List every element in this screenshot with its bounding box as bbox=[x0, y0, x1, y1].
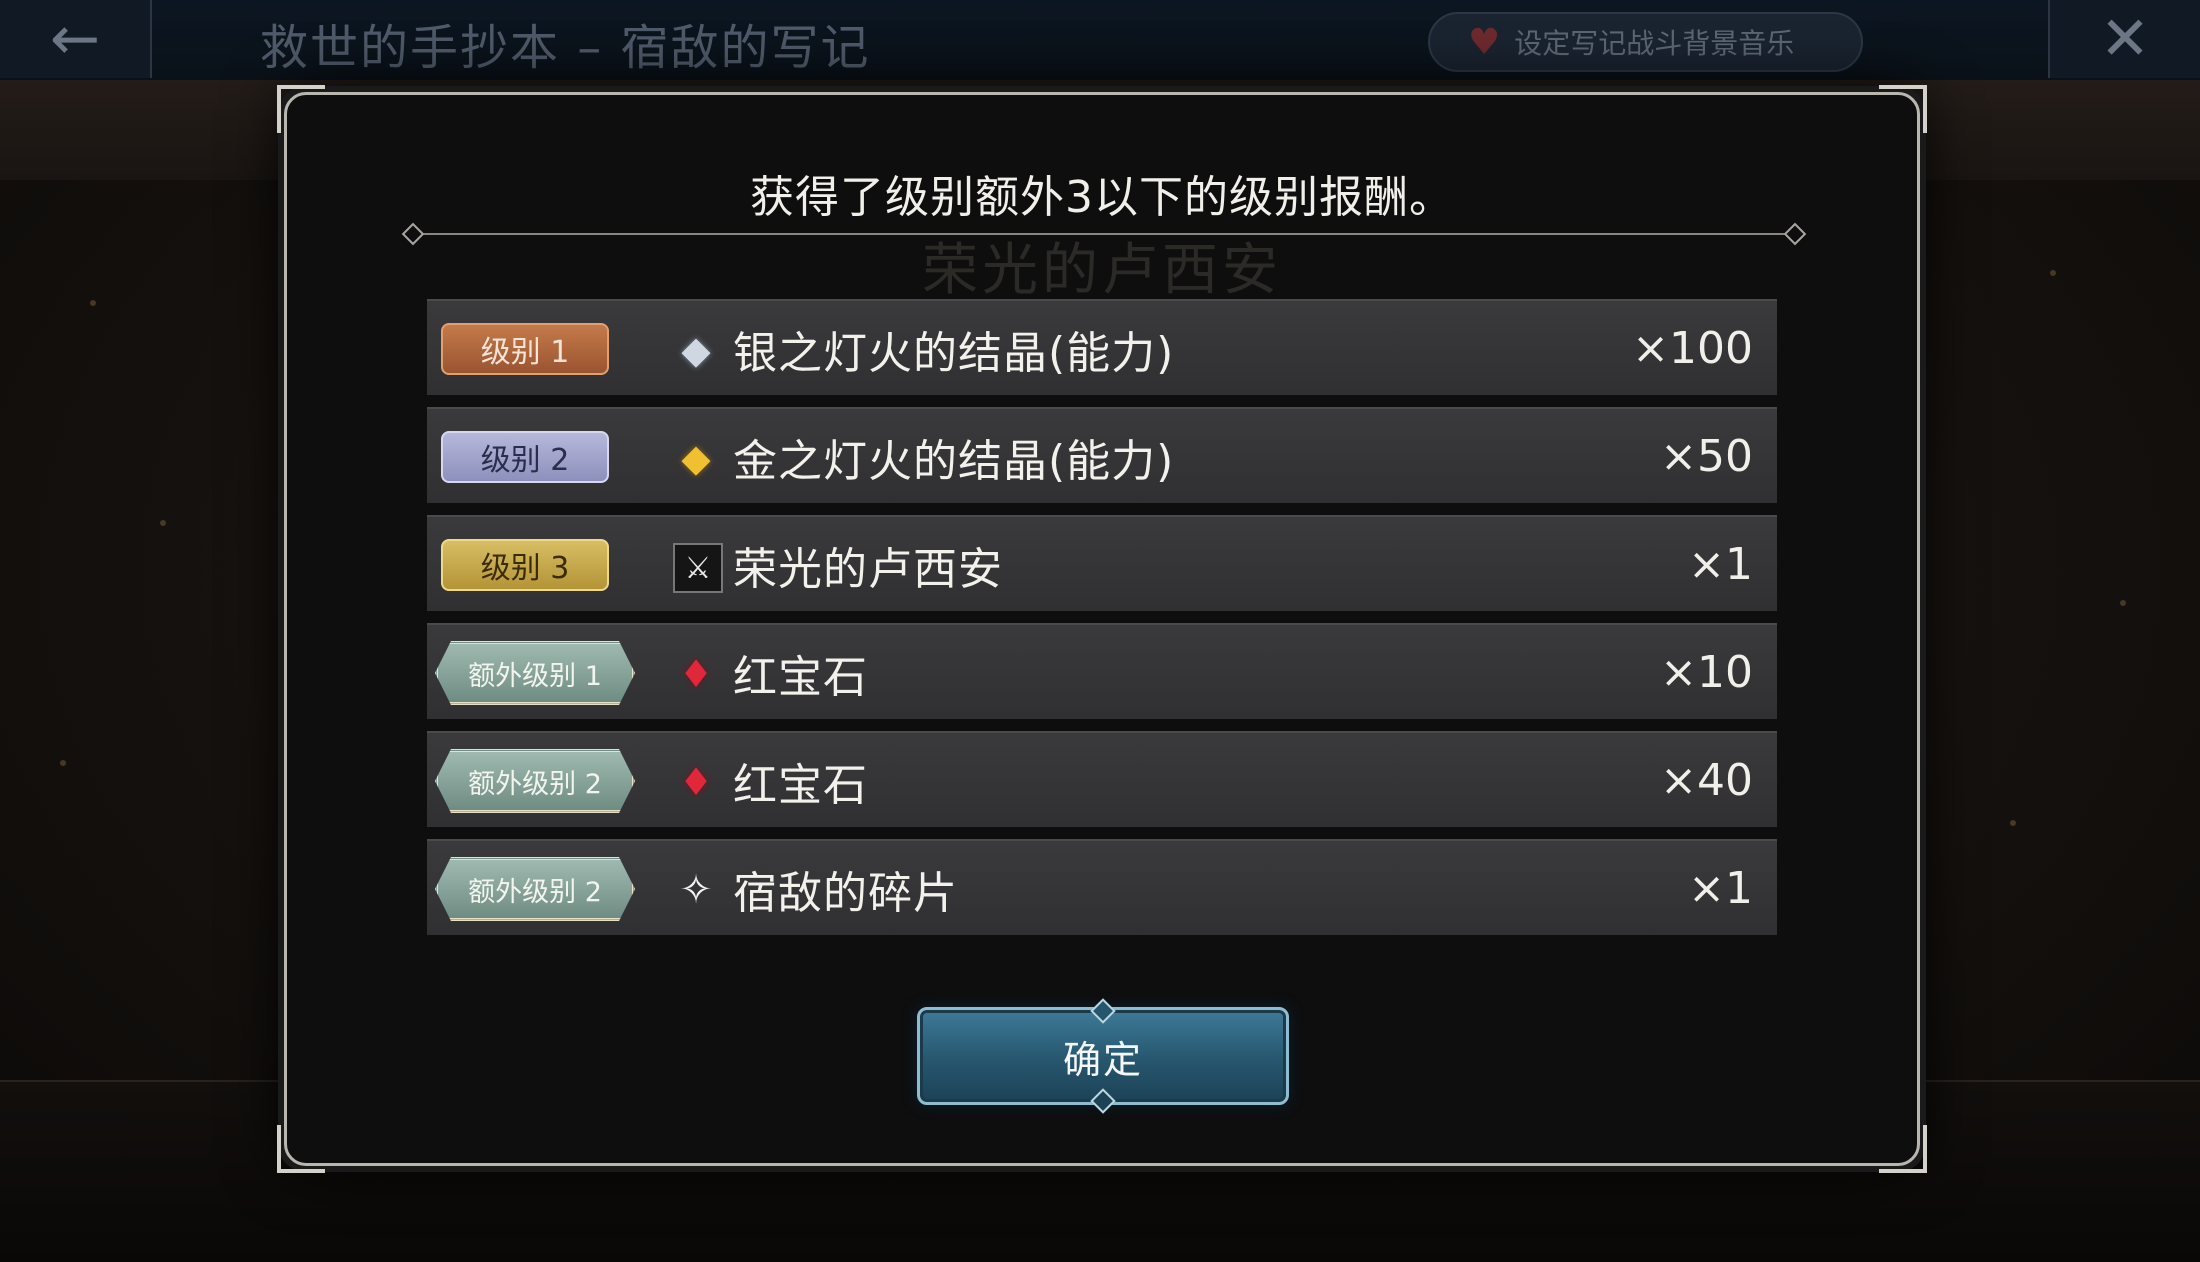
reward-row: 级别 2 ◆ 金之灯火的结晶(能力) ×50 bbox=[427, 407, 1777, 503]
title-divider bbox=[417, 233, 1787, 235]
reward-item-name: 红宝石 bbox=[733, 760, 868, 811]
back-button[interactable]: ← bbox=[0, 0, 152, 78]
ruby-icon: ♦ bbox=[678, 652, 714, 696]
reward-item-name: 银之灯火的结晶(能力) bbox=[733, 328, 1175, 379]
sparkle-decoration bbox=[2120, 600, 2126, 606]
reward-row: 级别 3 ⚔ 荣光的卢西安 ×1 bbox=[427, 515, 1777, 611]
reward-row: 额外级别 2 ♦ 红宝石 ×40 bbox=[427, 731, 1777, 827]
reward-row: 额外级别 1 ♦ 红宝石 ×10 bbox=[427, 623, 1777, 719]
confirm-button-label: 确定 bbox=[1062, 1037, 1143, 1082]
page-title: 救世的手抄本 – 宿敌的写记 bbox=[260, 20, 871, 76]
bgm-settings-label: 设定写记战斗背景音乐 bbox=[1514, 27, 1795, 60]
extra-level-badge: 额外级别 2 bbox=[435, 749, 635, 813]
extra-level-badge: 额外级别 2 bbox=[435, 857, 635, 921]
reward-dialog: 荣光的卢西安 获得了级别额外3以下的级别报酬。 级别 1 ◆ 银之灯火的结晶(能… bbox=[277, 85, 1927, 1173]
close-button[interactable]: ✕ bbox=[2048, 0, 2200, 78]
level-badge: 级别 1 bbox=[441, 323, 609, 375]
reward-item-name: 红宝石 bbox=[733, 652, 868, 703]
reward-item-name: 宿敌的碎片 bbox=[733, 868, 958, 919]
frame-corner-ornament bbox=[1879, 1125, 1927, 1173]
gold-crystal-icon: ◆ bbox=[681, 436, 711, 480]
reward-row: 额外级别 2 ✧ 宿敌的碎片 ×1 bbox=[427, 839, 1777, 935]
ruby-icon: ♦ bbox=[678, 760, 714, 804]
level-badge: 级别 2 bbox=[441, 431, 609, 483]
reward-quantity: ×50 bbox=[1660, 431, 1753, 482]
frame-corner-ornament bbox=[277, 1125, 325, 1173]
reward-quantity: ×40 bbox=[1660, 755, 1753, 806]
reward-row: 级别 1 ◆ 银之灯火的结晶(能力) ×100 bbox=[427, 299, 1777, 395]
background-boss-name: 荣光的卢西安 bbox=[922, 238, 1282, 303]
reward-quantity: ×10 bbox=[1660, 647, 1753, 698]
reward-item-name: 荣光的卢西安 bbox=[733, 544, 1003, 595]
frame-corner-ornament bbox=[277, 85, 325, 133]
frame-corner-ornament bbox=[1879, 85, 1927, 133]
close-icon: ✕ bbox=[2099, 4, 2151, 74]
bgm-settings-button[interactable]: ♥ 设定写记战斗背景音乐 bbox=[1428, 12, 1863, 72]
reward-quantity: ×1 bbox=[1688, 863, 1753, 914]
rival-shard-icon: ✧ bbox=[679, 867, 713, 913]
reward-item-name: 金之灯火的结晶(能力) bbox=[733, 436, 1175, 487]
sparkle-decoration bbox=[2010, 820, 2016, 826]
level-badge: 级别 3 bbox=[441, 539, 609, 591]
sparkle-decoration bbox=[60, 760, 66, 766]
character-card-icon: ⚔ bbox=[673, 543, 723, 593]
sparkle-decoration bbox=[90, 300, 96, 306]
reward-quantity: ×1 bbox=[1688, 539, 1753, 590]
reward-quantity: ×100 bbox=[1632, 323, 1753, 374]
back-arrow-icon: ← bbox=[49, 4, 101, 74]
confirm-button[interactable]: 确定 bbox=[917, 1007, 1289, 1105]
dialog-title: 获得了级别额外3以下的级别报酬。 bbox=[750, 172, 1454, 223]
sparkle-decoration bbox=[2050, 270, 2056, 276]
heart-icon: ♥ bbox=[1468, 21, 1501, 63]
extra-level-badge: 额外级别 1 bbox=[435, 641, 635, 705]
sparkle-decoration bbox=[160, 520, 166, 526]
silver-crystal-icon: ◆ bbox=[681, 328, 711, 372]
reward-list: 级别 1 ◆ 银之灯火的结晶(能力) ×100 级别 2 ◆ 金之灯火的结晶(能… bbox=[427, 299, 1777, 947]
top-bar: ← 救世的手抄本 – 宿敌的写记 ♥ 设定写记战斗背景音乐 ✕ bbox=[0, 0, 2200, 82]
